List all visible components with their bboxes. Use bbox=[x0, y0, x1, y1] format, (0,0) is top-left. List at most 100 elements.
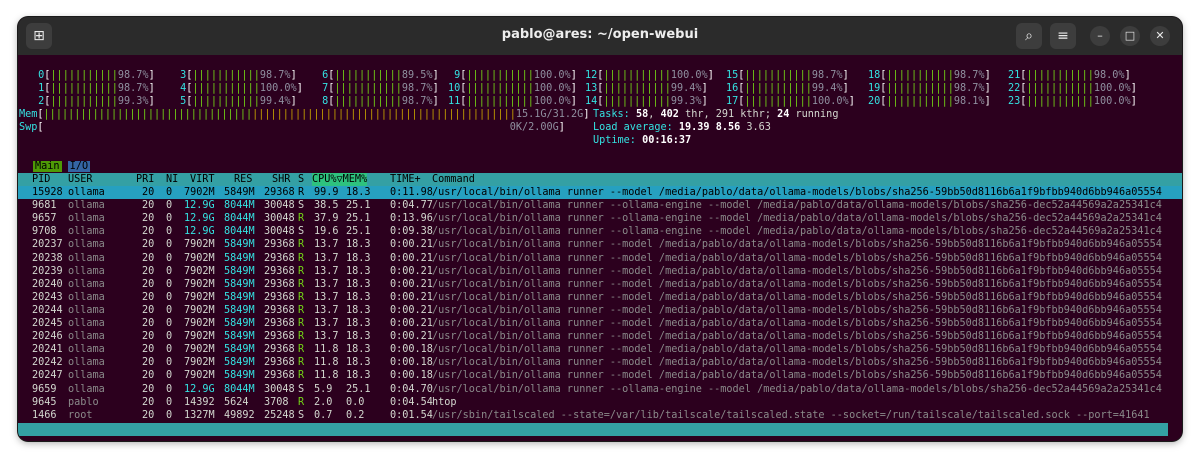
bracket: ] bbox=[1130, 96, 1137, 107]
cell-mem: 18.3 bbox=[346, 370, 371, 382]
cell-mem: 18.3 bbox=[346, 291, 371, 303]
table-row[interactable]: 20243 ollama 20 0 7902M 5849M 29368 R 13.7 18.3 0:… bbox=[18, 291, 1182, 304]
cpu-bar: ||||||||||| bbox=[744, 96, 812, 107]
cpu-meter: 11[|||||||||||100.0%] bbox=[448, 95, 577, 108]
cell-res: 5849M bbox=[224, 370, 255, 382]
cell-cpu: 13.7 bbox=[314, 291, 339, 303]
column-header-user[interactable]: USER bbox=[68, 173, 93, 186]
cpu-bar: ||||||||||| bbox=[603, 96, 671, 107]
htop-screen[interactable]: 0[|||||||||||98.7%] 1[|||||||||||98.7%] … bbox=[18, 55, 1182, 441]
bracket: ] bbox=[432, 70, 439, 81]
cell-virt: 12.9G bbox=[184, 213, 215, 225]
cell-virt: 7902M bbox=[184, 265, 215, 277]
cell-pid: 20238 bbox=[32, 252, 63, 264]
cell-mem: 18.3 bbox=[346, 252, 371, 264]
window-title: pablo@ares: ~/open-webui bbox=[501, 27, 699, 42]
cpu-percent: 98.0% bbox=[1093, 70, 1125, 81]
table-row[interactable]: 20240 ollama 20 0 7902M 5849M 29368 R 13.7 18.3 0:… bbox=[18, 278, 1182, 291]
table-row[interactable]: 15928 ollama 20 0 7902M 5849M 29368 R 99.9 18.3 0:… bbox=[18, 186, 1182, 199]
bracket: ] bbox=[432, 83, 439, 94]
table-row[interactable]: 20239 ollama 20 0 7902M 5849M 29368 R 13.7 18.3 0:… bbox=[18, 265, 1182, 278]
cell-pid: 20244 bbox=[32, 304, 63, 316]
cell-time: 0:09.38 bbox=[390, 226, 433, 238]
cell-user: root bbox=[68, 409, 93, 421]
column-header-virt[interactable]: VIRT bbox=[190, 173, 215, 186]
cell-shr: 29368 bbox=[264, 304, 295, 316]
column-header-ni[interactable]: NI bbox=[166, 173, 178, 186]
cell-cmd: /usr/local/bin/ollama runner --model /me… bbox=[432, 370, 1162, 382]
cpu-meter: 14[|||||||||||99.3%] bbox=[585, 95, 708, 108]
table-row[interactable]: 9681 ollama 20 0 12.9G 8044M 30048 S 38.5 25.1 0:0… bbox=[18, 199, 1182, 212]
cell-ni: 0 bbox=[166, 396, 173, 408]
table-row[interactable]: 9657 ollama 20 0 12.9G 8044M 30048 R 37.9 25.1 0:1… bbox=[18, 212, 1182, 225]
cell-s: S bbox=[298, 200, 305, 212]
column-header-cpumem[interactable]: CPU%▽MEM% bbox=[312, 173, 368, 187]
cell-shr: 29368 bbox=[264, 265, 295, 277]
cell-shr: 29368 bbox=[264, 291, 295, 303]
cell-pri: 20 bbox=[142, 409, 155, 421]
cpu-percent: 98.7% bbox=[259, 70, 291, 81]
table-row[interactable]: 20238 ollama 20 0 7902M 5849M 29368 R 13.7 18.3 0:… bbox=[18, 252, 1182, 265]
table-row[interactable]: 20237 ollama 20 0 7902M 5849M 29368 R 13.7 18.3 0:… bbox=[18, 238, 1182, 251]
cell-cpu: 11.8 bbox=[314, 357, 339, 369]
minimize-icon[interactable]: – bbox=[1090, 26, 1110, 46]
table-row[interactable]: 20242 ollama 20 0 7902M 5849M 29368 R 11.8 18.3 0:… bbox=[18, 356, 1182, 369]
cell-res: 8044M bbox=[224, 226, 255, 238]
cpu-id: 4 bbox=[174, 83, 187, 94]
cell-shr: 29368 bbox=[264, 370, 295, 382]
cell-time: 0:00.21 bbox=[390, 239, 433, 251]
table-row[interactable]: 20247 ollama 20 0 7902M 5849M 29368 R 11.8 18.3 0:… bbox=[18, 369, 1182, 382]
cpu-id: 9 bbox=[448, 70, 461, 81]
cpu-meter: 22[|||||||||||100.0%] bbox=[1008, 82, 1137, 95]
cell-cmd: /usr/local/bin/ollama runner --model /me… bbox=[432, 291, 1162, 303]
cell-shr: 29368 bbox=[264, 318, 295, 329]
column-header-shr[interactable]: SHR bbox=[272, 173, 290, 186]
cpu-bar: ||||||||||| bbox=[1026, 83, 1094, 94]
table-row[interactable]: 20246 ollama 20 0 7902M 5849M 29368 R 13.7 18.3 0:… bbox=[18, 330, 1182, 343]
cpu-percent: 99.3% bbox=[117, 96, 149, 107]
cell-user: ollama bbox=[68, 291, 105, 303]
cell-cmd: /usr/local/bin/ollama runner --ollama-en… bbox=[432, 226, 1162, 238]
tab-io[interactable]: I/O bbox=[67, 161, 91, 172]
column-header-pri[interactable]: PRI bbox=[136, 173, 154, 186]
cell-res: 5849M bbox=[224, 304, 255, 316]
column-header-res[interactable]: RES bbox=[234, 173, 252, 186]
cpu-id: 11 bbox=[448, 96, 461, 107]
table-row[interactable]: 9645 pablo 20 0 14392 5624 3708 R 2.0 0.0 0:04.54 h… bbox=[18, 396, 1182, 409]
table-row[interactable]: 9708 ollama 20 0 12.9G 8044M 30048 S 19.6 25.1 0:0… bbox=[18, 225, 1182, 238]
maximize-icon[interactable]: □ bbox=[1120, 26, 1140, 46]
close-icon[interactable]: ✕ bbox=[1150, 26, 1170, 46]
cpu-bar: ||||||||||| bbox=[192, 70, 260, 81]
bracket: ] bbox=[148, 70, 155, 81]
table-row[interactable]: 1466 root 20 0 1327M 49892 25248 S 0.7 0.2 0:01.54… bbox=[18, 409, 1182, 422]
cell-cpu: 0.7 bbox=[314, 409, 333, 421]
cell-pid: 9659 bbox=[32, 383, 57, 395]
table-row[interactable]: 9659 ollama 20 0 12.9G 8044M 30048 S 5.9 25.1 0:04… bbox=[18, 383, 1182, 396]
cell-mem: 18.3 bbox=[346, 357, 371, 369]
table-row[interactable]: 20244 ollama 20 0 7902M 5849M 29368 R 13.7 18.3 0:… bbox=[18, 304, 1182, 317]
cell-mem: 25.1 bbox=[346, 200, 371, 212]
cpu-percent: 100.0% bbox=[533, 96, 571, 107]
cell-virt: 7902M bbox=[184, 304, 215, 316]
cpu-bar: ||||||||||| bbox=[334, 70, 402, 81]
cpu-meter: 23[|||||||||||100.0%] bbox=[1008, 95, 1137, 108]
column-header-command[interactable]: Command bbox=[432, 173, 475, 186]
table-row[interactable]: 20241 ollama 20 0 7902M 5849M 29368 R 11.8 18.3 0:… bbox=[18, 343, 1182, 356]
cell-pri: 20 bbox=[142, 396, 155, 408]
tab-main[interactable]: Main bbox=[33, 161, 62, 172]
column-header-time[interactable]: TIME+ bbox=[390, 173, 421, 186]
column-header-pid[interactable]: PID bbox=[32, 173, 50, 186]
bracket: ] bbox=[148, 83, 155, 94]
cell-cpu: 13.7 bbox=[314, 252, 339, 264]
cell-s: R bbox=[298, 278, 305, 290]
uptime-meter: Uptime: 00:16:37 bbox=[593, 135, 692, 146]
cell-user: ollama bbox=[68, 226, 105, 238]
bracket: ] bbox=[848, 96, 855, 107]
cell-cmd: /usr/local/bin/ollama runner --model /me… bbox=[432, 239, 1162, 251]
column-header-s[interactable]: S bbox=[298, 173, 304, 186]
cell-pri: 20 bbox=[142, 200, 155, 212]
cell-ni: 0 bbox=[166, 226, 173, 238]
search-icon[interactable]: ⌕ bbox=[1016, 23, 1042, 49]
hamburger-menu-icon[interactable]: ≡ bbox=[1050, 23, 1076, 49]
table-row[interactable]: 20245 ollama 20 0 7902M 5849M 29368 R 13.7 18.3 0:… bbox=[18, 317, 1182, 330]
